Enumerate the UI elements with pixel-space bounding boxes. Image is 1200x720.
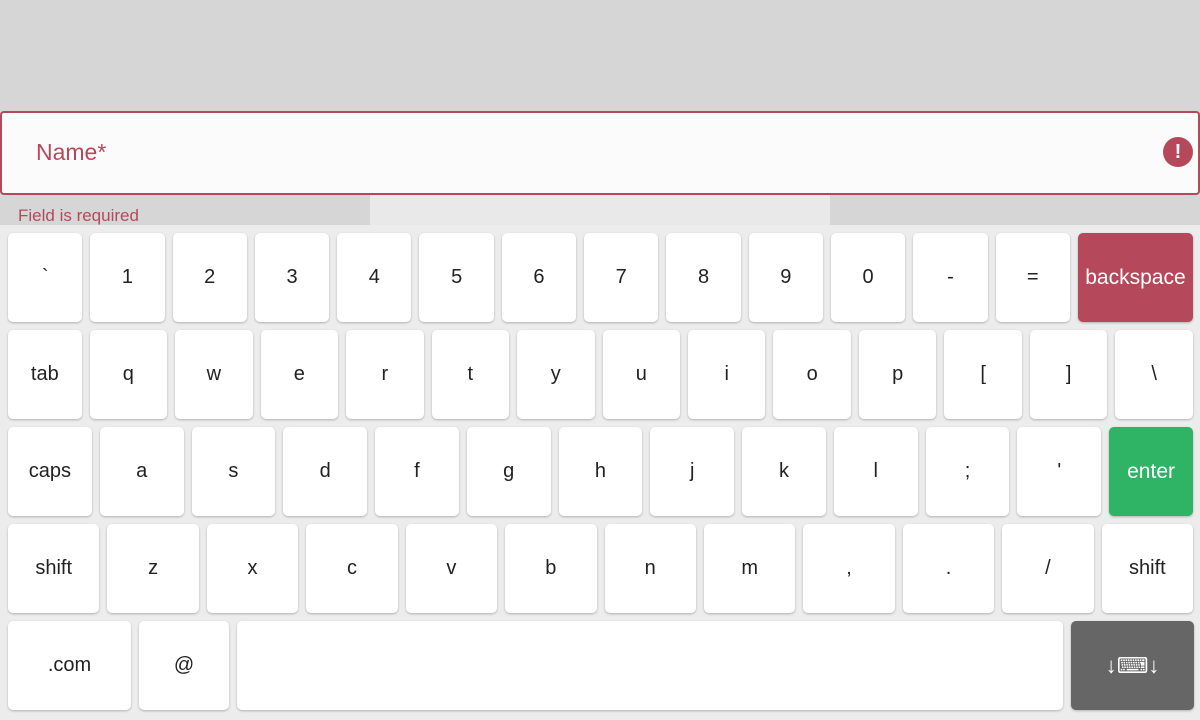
name-field-label: Name* (36, 139, 107, 165)
key-h[interactable]: h (558, 427, 643, 516)
key-equals[interactable]: = (995, 233, 1070, 322)
key-comma[interactable]: , (803, 524, 895, 613)
key-k[interactable]: k (742, 427, 826, 516)
key-w[interactable]: w (175, 330, 253, 419)
hide-keyboard-icon[interactable]: ↓⌨↓ (1071, 621, 1194, 710)
key-l[interactable]: l (833, 427, 918, 516)
key-u[interactable]: u (602, 330, 680, 419)
key-enter[interactable]: enter (1109, 427, 1193, 516)
key-x[interactable]: x (206, 524, 299, 613)
key-n[interactable]: n (604, 524, 696, 613)
name-input[interactable] (2, 113, 1198, 193)
key-a[interactable]: a (99, 427, 184, 516)
key-tab[interactable]: tab (8, 330, 82, 419)
keyboard-row-bottom: shift z x c v b n m , . / shift (8, 524, 1194, 613)
key-8[interactable]: 8 (666, 233, 741, 322)
key-3[interactable]: 3 (254, 233, 330, 322)
key-semicolon[interactable]: ; (925, 427, 1010, 516)
key-9[interactable]: 9 (748, 233, 823, 322)
on-screen-keyboard: ` 1 2 3 4 5 6 7 8 9 0 - = backspace tab … (0, 225, 1200, 720)
key-backslash[interactable]: \ (1115, 330, 1193, 419)
key-4[interactable]: 4 (337, 233, 412, 322)
key-1[interactable]: 1 (90, 233, 165, 322)
key-space[interactable] (237, 621, 1063, 710)
keyboard-row-home: caps a s d f g h j k l ; ' enter (8, 427, 1193, 516)
keyboard-row-space: .com @ ↓⌨↓ (8, 621, 1194, 710)
key-j[interactable]: j (650, 427, 735, 516)
key-g[interactable]: g (466, 427, 551, 516)
keyboard-row-top: tab q w e r t y u i o p [ ] \ (8, 330, 1193, 419)
key-dotcom[interactable]: .com (8, 621, 131, 710)
key-5[interactable]: 5 (419, 233, 494, 322)
key-f[interactable]: f (375, 427, 459, 516)
key-o[interactable]: o (773, 330, 851, 419)
key-6[interactable]: 6 (501, 233, 577, 322)
key-caps[interactable]: caps (8, 427, 92, 516)
key-q[interactable]: q (89, 330, 168, 419)
key-shift-left[interactable]: shift (8, 524, 100, 613)
key-m[interactable]: m (703, 524, 796, 613)
key-minus[interactable]: - (913, 233, 988, 322)
key-b[interactable]: b (505, 524, 597, 613)
key-t[interactable]: t (431, 330, 510, 419)
key-2[interactable]: 2 (172, 233, 247, 322)
key-period[interactable]: . (902, 524, 995, 613)
key-v[interactable]: v (405, 524, 498, 613)
key-shift-right[interactable]: shift (1101, 524, 1194, 613)
key-right-bracket[interactable]: ] (1029, 330, 1108, 419)
key-s[interactable]: s (191, 427, 276, 516)
key-apostrophe[interactable]: ' (1017, 427, 1102, 516)
name-field[interactable]: Name* ! (0, 111, 1200, 195)
key-z[interactable]: z (107, 524, 199, 613)
key-0[interactable]: 0 (830, 233, 906, 322)
field-error-message: Field is required (18, 206, 139, 225)
keyboard-row-numbers: ` 1 2 3 4 5 6 7 8 9 0 - = backspace (8, 233, 1194, 322)
key-7[interactable]: 7 (584, 233, 659, 322)
key-backtick[interactable]: ` (8, 233, 83, 322)
key-at[interactable]: @ (139, 621, 229, 710)
key-r[interactable]: r (346, 330, 424, 419)
key-e[interactable]: e (260, 330, 339, 419)
key-backspace[interactable]: backspace (1077, 233, 1194, 322)
key-y[interactable]: y (517, 330, 595, 419)
key-slash[interactable]: / (1002, 524, 1094, 613)
error-icon: ! (1163, 137, 1193, 167)
key-p[interactable]: p (858, 330, 937, 419)
key-d[interactable]: d (283, 427, 368, 516)
key-left-bracket[interactable]: [ (944, 330, 1022, 419)
key-c[interactable]: c (306, 524, 398, 613)
key-i[interactable]: i (688, 330, 766, 419)
